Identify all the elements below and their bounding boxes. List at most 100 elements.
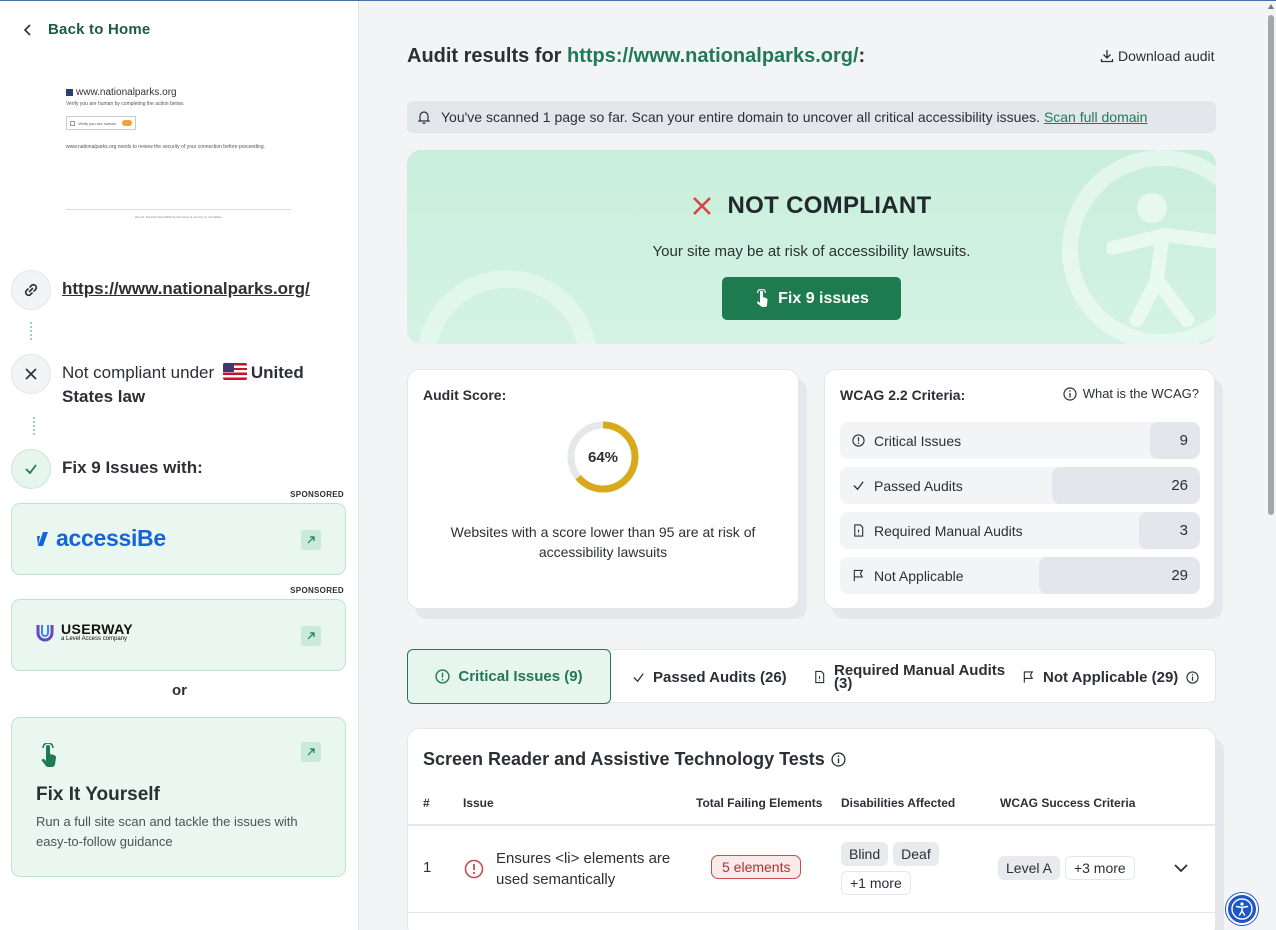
back-label: Back to Home [48, 21, 151, 38]
compliance-status: NOT COMPLIANT [407, 192, 1216, 220]
disability-tag: Deaf [893, 842, 939, 866]
close-icon [11, 354, 51, 394]
results-tabs: Critical Issues (9) Passed Audits (26) R… [407, 649, 1216, 704]
check-icon [853, 481, 864, 491]
accessibility-icon [1231, 898, 1253, 920]
failing-elements-badge[interactable]: 5 elements [711, 855, 802, 879]
fix-it-yourself-card[interactable]: Fix It Yourself Run a full site scan and… [11, 717, 346, 877]
accessibe-card[interactable]: accessiBe [11, 503, 346, 575]
compliance-sub: Your site may be at risk of accessibilit… [652, 243, 971, 260]
back-to-home-link[interactable]: Back to Home [22, 21, 150, 38]
criteria-manual-audits[interactable]: Required Manual Audits 3 [840, 512, 1200, 549]
score-title: Audit Score: [423, 387, 507, 403]
scan-banner: You've scanned 1 page so far. Scan your … [407, 101, 1216, 133]
compliance-hero: NOT COMPLIANT Your site may be at risk o… [407, 150, 1216, 344]
cloudflare-logo-icon [122, 120, 132, 126]
table-header-num: # [423, 796, 430, 810]
thumb-line1: Verify you are human by completing the a… [66, 101, 185, 107]
favicon-icon [66, 89, 73, 96]
us-flag-icon [222, 363, 247, 380]
fix-yourself-desc: Run a full site scan and tackle the issu… [36, 814, 298, 849]
hand-pointer-icon [41, 743, 57, 767]
hand-pointer-icon [757, 288, 768, 307]
download-audit-button[interactable]: Download audit [1100, 48, 1215, 64]
accessibe-logo: accessiBe [36, 525, 166, 552]
step-connector [30, 322, 32, 340]
fix-yourself-title: Fix It Yourself [36, 784, 160, 805]
tab-passed-audits[interactable]: Passed Audits (26) [632, 650, 787, 704]
table-header-wcag: WCAG Success Criteria [1000, 796, 1136, 810]
thumb-checkbox: Verify you are human [78, 120, 116, 126]
wcag-title: WCAG 2.2 Criteria: [840, 387, 966, 403]
disabilities-more[interactable]: +1 more [841, 871, 911, 895]
wcag-criteria-panel: WCAG 2.2 Criteria: What is the WCAG? Cri… [824, 369, 1215, 609]
accessibe-mark-icon [37, 531, 48, 546]
table-header-failing: Total Failing Elements [696, 796, 823, 810]
thumb-line2: www.nationalparks.org needs to review th… [66, 144, 266, 150]
download-icon [1100, 50, 1114, 63]
external-link-icon[interactable] [301, 530, 321, 550]
or-divider: or [172, 682, 187, 699]
tab-critical-issues[interactable]: Critical Issues (9) [407, 649, 611, 704]
tab-not-applicable[interactable]: Not Applicable (29) [1022, 650, 1199, 704]
external-link-icon[interactable] [301, 742, 321, 762]
fix-heading: Fix 9 Issues with: [62, 458, 203, 477]
bell-icon [417, 111, 431, 124]
criteria-critical-issues[interactable]: Critical Issues 9 [840, 422, 1200, 459]
alert-circle-icon [852, 434, 865, 447]
site-screenshot-thumbnail: www.nationalparks.org Verify you are hum… [66, 87, 291, 249]
table-title: Screen Reader and Assistive Technology T… [423, 749, 846, 770]
criteria-not-applicable[interactable]: Not Applicable 29 [840, 557, 1200, 594]
issues-table: Screen Reader and Assistive Technology T… [407, 728, 1216, 930]
document-icon [854, 524, 864, 537]
sponsored-label: SPONSORED [290, 586, 344, 595]
thumb-footer: Ray ID: 8c1a7bc12e4d3f91 Performance & s… [135, 215, 222, 219]
userway-card[interactable]: USERWAY a Level Access company [11, 599, 346, 671]
disability-tag: Blind [841, 842, 889, 866]
step-compliance: Not compliant under United States law [11, 354, 332, 409]
flag-icon [1023, 671, 1034, 683]
alert-circle-icon [464, 859, 484, 879]
table-header-issue: Issue [463, 796, 494, 810]
userway-mark-icon [36, 625, 54, 642]
sponsored-label: SPONSORED [290, 490, 344, 499]
info-icon [1063, 386, 1077, 401]
page-title: Audit results for https://www.nationalpa… [407, 45, 866, 67]
flag-icon [853, 569, 864, 582]
step-url: https://www.nationalparks.org/ [11, 270, 310, 310]
sidebar: Back to Home www.nationalparks.org Verif… [0, 1, 359, 930]
compliance-prefix: Not compliant under [62, 363, 215, 382]
userway-logo: USERWAY a Level Access company [35, 622, 133, 642]
info-icon[interactable] [831, 752, 846, 767]
check-icon [11, 449, 51, 489]
scrollbar[interactable] [1266, 1, 1276, 930]
audit-score-panel: Audit Score: 64% Websites with a score l… [407, 369, 799, 609]
main-content: Audit results for https://www.nationalpa… [360, 1, 1276, 930]
wcag-level-tag: Level A [998, 856, 1060, 880]
criteria-more[interactable]: +3 more [1064, 856, 1135, 880]
title-url[interactable]: https://www.nationalparks.org/ [567, 45, 859, 67]
tab-required-manual-audits[interactable]: Required Manual Audits (3) [813, 650, 1012, 704]
document-icon [815, 670, 825, 684]
fix-issues-button[interactable]: Fix 9 issues [722, 277, 901, 320]
criteria-passed-audits[interactable]: Passed Audits 26 [840, 467, 1200, 504]
scroll-up-arrow-icon[interactable] [1268, 4, 1274, 9]
what-is-wcag-link[interactable]: What is the WCAG? [1063, 386, 1199, 401]
banner-text: You've scanned 1 page so far. Scan your … [441, 109, 1148, 125]
error-x-icon [692, 197, 711, 215]
info-icon[interactable] [1186, 670, 1199, 684]
scan-full-domain-link[interactable]: Scan full domain [1044, 109, 1148, 125]
score-value: 64% [587, 448, 619, 466]
score-desc: Websites with a score lower than 95 are … [450, 524, 756, 560]
chevron-left-icon [23, 23, 31, 36]
alert-circle-icon [435, 669, 451, 684]
row-number: 1 [423, 859, 432, 876]
external-link-icon[interactable] [301, 626, 321, 646]
site-url-link[interactable]: https://www.nationalparks.org/ [62, 270, 310, 301]
accessibility-widget-button[interactable] [1226, 893, 1258, 925]
link-icon [11, 270, 51, 310]
chevron-down-icon[interactable] [1173, 863, 1189, 873]
step-connector [33, 417, 35, 435]
thumb-site: www.nationalparks.org [76, 87, 177, 98]
scrollbar-thumb[interactable] [1268, 15, 1274, 515]
